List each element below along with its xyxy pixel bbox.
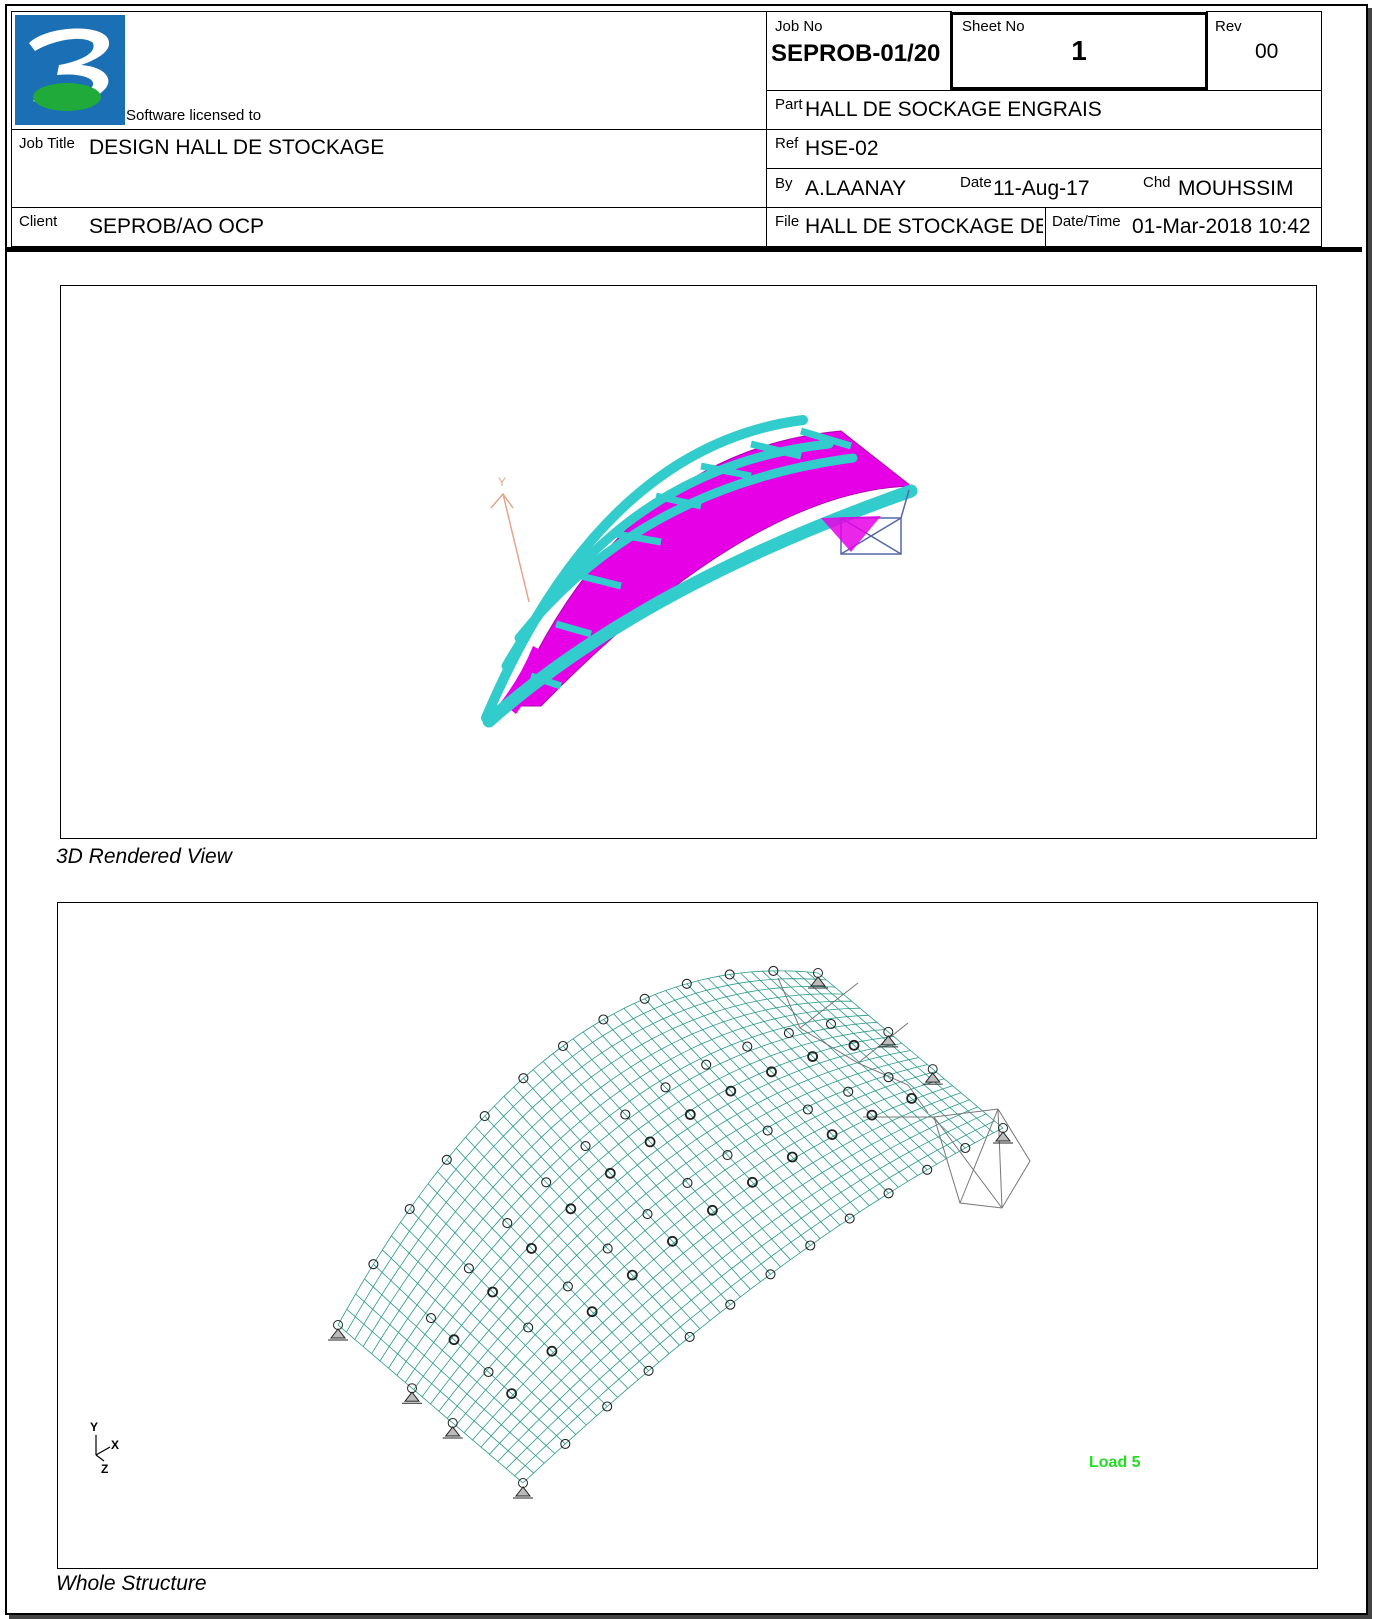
- job-no-cell: Job No SEPROB-01/20: [766, 11, 952, 91]
- mesh-line: [497, 1106, 978, 1462]
- load-label: Load 5: [1089, 1454, 1141, 1471]
- axis-y-label: Y: [90, 1420, 98, 1434]
- axis-triad-icon: Y X Z: [90, 1420, 119, 1476]
- sheet-no-cell: Sheet No 1: [950, 12, 1208, 90]
- mesh-grid: [337, 970, 1004, 1484]
- whole-structure-frame: Y X Z Load 5: [57, 902, 1318, 1569]
- licensed-label: Software licensed to: [126, 107, 262, 124]
- rendered-structure: Y: [481, 415, 918, 728]
- job-title-cell: Job Title DESIGN HALL DE STOCKAGE: [11, 129, 767, 208]
- mesh-line: [337, 970, 819, 1326]
- whole-structure-caption: Whole Structure: [56, 1572, 207, 1595]
- axis-z-label: Z: [101, 1462, 108, 1476]
- client-cell: Client SEPROB/AO OCP: [11, 207, 767, 247]
- mesh-line: [354, 985, 835, 1340]
- mesh-line: [430, 1050, 911, 1405]
- part-value: HALL DE SOCKAGE ENGRAIS: [805, 98, 1102, 121]
- rendered-axis-label: Y: [498, 475, 506, 489]
- datetime-cell: Date/Time 01-Mar-2018 10:42: [1045, 207, 1322, 247]
- mesh-line: [396, 1021, 877, 1376]
- rev-label: Rev: [1215, 18, 1242, 35]
- job-title-label: Job Title: [19, 135, 75, 152]
- sheet-no-value: 1: [1071, 35, 1087, 66]
- chd-value: MOUHSSIM: [1178, 177, 1294, 200]
- ref-cell: Ref HSE-02: [766, 129, 1322, 169]
- support-icon: [513, 1478, 533, 1499]
- rendered-view-frame: Y: [60, 285, 1317, 839]
- header-rule: [6, 247, 1362, 252]
- ref-value: HSE-02: [805, 137, 879, 160]
- chd-label: Chd: [1143, 174, 1171, 191]
- client-value: SEPROB/AO OCP: [89, 215, 265, 238]
- mesh-line: [514, 1120, 995, 1477]
- part-cell: Part HALL DE SOCKAGE ENGRAIS: [766, 90, 1322, 130]
- rendered-axis-icon: Y: [490, 475, 530, 603]
- mesh-line: [379, 1007, 861, 1362]
- end-truss: [777, 977, 1031, 1209]
- support-icon: [442, 1417, 463, 1439]
- whole-structure-drawing: Y X Z Load 5: [90, 965, 1141, 1499]
- datetime-label: Date/Time: [1052, 213, 1121, 230]
- date-label: Date: [960, 174, 992, 191]
- date-value: 11-Aug-17: [993, 177, 1090, 200]
- job-title-value: DESIGN HALL DE STOCKAGE: [89, 136, 385, 159]
- job-no-value: SEPROB-01/20: [771, 40, 941, 67]
- mesh-line: [522, 1127, 1004, 1484]
- supports: [328, 968, 1013, 1499]
- support-icon: [328, 1320, 348, 1341]
- by-value: A.LAANAY: [805, 177, 907, 200]
- mesh-line: [362, 993, 844, 1347]
- client-label: Client: [19, 213, 58, 230]
- support-icon: [993, 1123, 1013, 1144]
- mesh-line: [480, 1092, 962, 1448]
- mesh-line: [438, 1057, 919, 1412]
- by-label: By: [775, 175, 793, 192]
- axis-x-label: X: [111, 1438, 119, 1452]
- sheet-no-label: Sheet No: [962, 18, 1025, 35]
- file-label: File: [775, 213, 800, 230]
- ref-label: Ref: [775, 135, 799, 152]
- company-logo-icon: [15, 15, 125, 125]
- datetime-value: 01-Mar-2018 10:42: [1132, 215, 1311, 238]
- file-cell: File HALL DE STOCKAGE DE: [766, 207, 1046, 247]
- rendered-view-caption: 3D Rendered View: [56, 845, 232, 868]
- by-date-chd-cell: By A.LAANAY Date 11-Aug-17 Chd MOUHSSIM: [766, 168, 1322, 208]
- file-value: HALL DE STOCKAGE DE: [805, 215, 1043, 238]
- part-label: Part: [775, 96, 803, 113]
- mesh-line: [346, 978, 827, 1333]
- job-no-label: Job No: [775, 18, 823, 35]
- logo-cell: Software licensed to: [11, 11, 767, 130]
- support-icon: [402, 1383, 422, 1404]
- rev-value: 00: [1255, 40, 1279, 63]
- rev-cell: Rev 00: [1206, 11, 1322, 91]
